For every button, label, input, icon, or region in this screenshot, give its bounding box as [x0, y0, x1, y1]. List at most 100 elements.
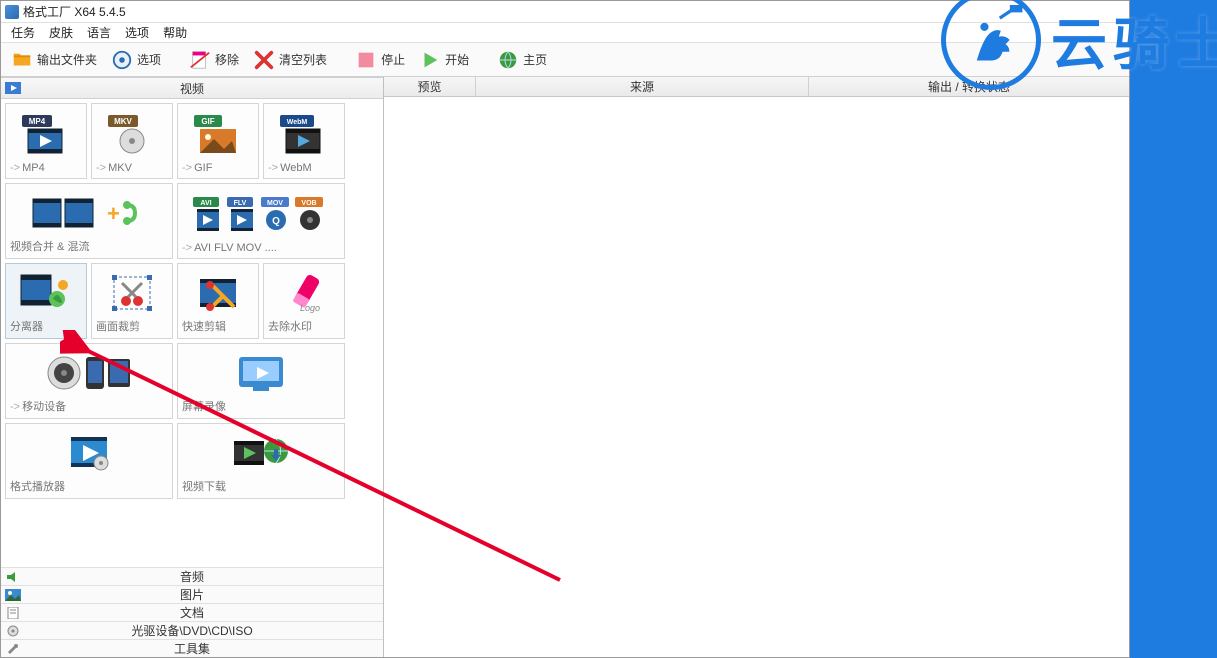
- menu-skin[interactable]: 皮肤: [43, 22, 79, 43]
- menu-language[interactable]: 语言: [81, 22, 117, 43]
- category-image-label: 图片: [180, 586, 204, 603]
- tile-screenrec-label: 屏幕录像: [182, 401, 226, 413]
- homepage-label: 主页: [523, 51, 547, 68]
- image-cat-icon: [5, 589, 21, 601]
- crop-icon: [96, 268, 168, 318]
- tile-trim-label: 快速剪辑: [182, 321, 226, 333]
- tile-video-download[interactable]: 视频下载: [177, 423, 345, 499]
- category-audio-label: 音频: [180, 568, 204, 585]
- list-body: [384, 97, 1129, 657]
- tile-avi-etc[interactable]: AVI FLV MOV Q: [177, 183, 345, 259]
- player-icon: [10, 428, 168, 478]
- tile-screen-record[interactable]: 屏幕录像: [177, 343, 345, 419]
- mp4-icon: MP4: [10, 108, 82, 162]
- tile-crop[interactable]: 画面裁剪: [91, 263, 173, 339]
- tile-video-merge[interactable]: + 视频合并 & 混流: [5, 183, 173, 259]
- webm-icon: WebM: [268, 108, 340, 162]
- tile-splitter-label: 分离器: [10, 321, 43, 333]
- menu-help[interactable]: 帮助: [157, 22, 193, 43]
- tile-mkv-label: MKV: [108, 162, 132, 174]
- col-source[interactable]: 来源: [476, 77, 809, 96]
- globe-icon: [497, 49, 519, 71]
- toolbar: 输出文件夹 选项 移除 清空列表 停止: [1, 43, 1129, 77]
- category-audio[interactable]: 音频: [1, 567, 383, 585]
- video-section-icon: [5, 82, 21, 94]
- stop-icon: [355, 49, 377, 71]
- tile-webm[interactable]: WebM ->WebM: [263, 103, 345, 179]
- category-document[interactable]: 文档: [1, 603, 383, 621]
- stop-label: 停止: [381, 51, 405, 68]
- mobile-icon: [10, 348, 168, 398]
- remove-button[interactable]: 移除: [183, 47, 245, 73]
- svg-text:AVI: AVI: [200, 200, 211, 207]
- category-optical[interactable]: 光驱设备\DVD\CD\ISO: [1, 621, 383, 639]
- doc-cat-icon: [5, 607, 21, 619]
- tile-wm-label: 去除水印: [268, 321, 312, 333]
- section-video-label: 视频: [180, 80, 204, 97]
- right-pane: 预览 来源 输出 / 转换状态: [384, 77, 1129, 657]
- titlebar: 格式工厂 X64 5.4.5: [1, 1, 1129, 23]
- list-header: 预览 来源 输出 / 转换状态: [384, 77, 1129, 97]
- options-button[interactable]: 选项: [105, 47, 167, 73]
- svg-text:Q: Q: [272, 216, 280, 227]
- video-grid: MP4 ->MP4 MKV: [1, 99, 383, 567]
- mkv-icon: MKV: [96, 108, 168, 162]
- svg-text:GIF: GIF: [201, 117, 214, 126]
- menu-options[interactable]: 选项: [119, 22, 155, 43]
- category-toolset-label: 工具集: [174, 640, 210, 657]
- output-folder-label: 输出文件夹: [37, 51, 97, 68]
- tile-mobile[interactable]: ->移动设备: [5, 343, 173, 419]
- tile-splitter[interactable]: 分离器: [5, 263, 87, 339]
- tile-avi-label: AVI FLV MOV ....: [194, 242, 277, 254]
- app-window: 格式工厂 X64 5.4.5 任务 皮肤 语言 选项 帮助 输出文件夹 选项 移…: [0, 0, 1130, 658]
- svg-text:WebM: WebM: [287, 119, 308, 126]
- screen-record-icon: [182, 348, 340, 398]
- options-label: 选项: [137, 51, 161, 68]
- category-toolset[interactable]: 工具集: [1, 639, 383, 657]
- tile-mkv[interactable]: MKV ->MKV: [91, 103, 173, 179]
- trim-icon: [182, 268, 254, 318]
- menu-task[interactable]: 任务: [5, 22, 41, 43]
- window-title: 格式工厂 X64 5.4.5: [23, 3, 126, 20]
- stop-button[interactable]: 停止: [349, 47, 411, 73]
- tile-mp4-label: MP4: [22, 162, 45, 174]
- tile-remove-watermark[interactable]: Logo 去除水印: [263, 263, 345, 339]
- svg-text:VOB: VOB: [301, 200, 316, 207]
- splitter-icon: [10, 268, 82, 318]
- start-button[interactable]: 开始: [413, 47, 475, 73]
- tile-mobile-label: 移动设备: [22, 401, 66, 413]
- svg-text:MKV: MKV: [114, 117, 132, 126]
- gif-icon: GIF: [182, 108, 254, 162]
- left-pane: 视频 MP4 ->MP4: [1, 77, 384, 657]
- tile-mp4[interactable]: MP4 ->MP4: [5, 103, 87, 179]
- play-icon: [419, 49, 441, 71]
- download-icon: [182, 428, 340, 478]
- tile-gif-label: GIF: [194, 162, 212, 174]
- start-label: 开始: [445, 51, 469, 68]
- tile-gif[interactable]: GIF ->GIF: [177, 103, 259, 179]
- output-folder-button[interactable]: 输出文件夹: [5, 47, 103, 73]
- homepage-button[interactable]: 主页: [491, 47, 553, 73]
- eraser-icon: Logo: [268, 268, 340, 318]
- category-document-label: 文档: [180, 604, 204, 621]
- menubar: 任务 皮肤 语言 选项 帮助: [1, 23, 1129, 43]
- col-output-status[interactable]: 输出 / 转换状态: [809, 77, 1129, 96]
- tool-cat-icon: [5, 643, 21, 655]
- svg-text:+: +: [107, 201, 120, 226]
- category-image[interactable]: 图片: [1, 585, 383, 603]
- main-split: 视频 MP4 ->MP4: [1, 77, 1129, 657]
- col-preview[interactable]: 预览: [384, 77, 476, 96]
- tile-quick-trim[interactable]: 快速剪辑: [177, 263, 259, 339]
- gear-icon: [111, 49, 133, 71]
- tile-player[interactable]: 格式播放器: [5, 423, 173, 499]
- svg-text:FLV: FLV: [234, 200, 247, 207]
- multi-format-icon: AVI FLV MOV Q: [182, 188, 340, 242]
- audio-cat-icon: [5, 571, 21, 583]
- tile-merge-label: 视频合并 & 混流: [10, 241, 89, 253]
- clear-list-button[interactable]: 清空列表: [247, 47, 333, 73]
- tile-webm-label: WebM: [280, 162, 312, 174]
- remove-label: 移除: [215, 51, 239, 68]
- app-icon: [5, 5, 19, 19]
- section-video-header[interactable]: 视频: [1, 77, 383, 99]
- svg-text:Logo: Logo: [300, 303, 320, 313]
